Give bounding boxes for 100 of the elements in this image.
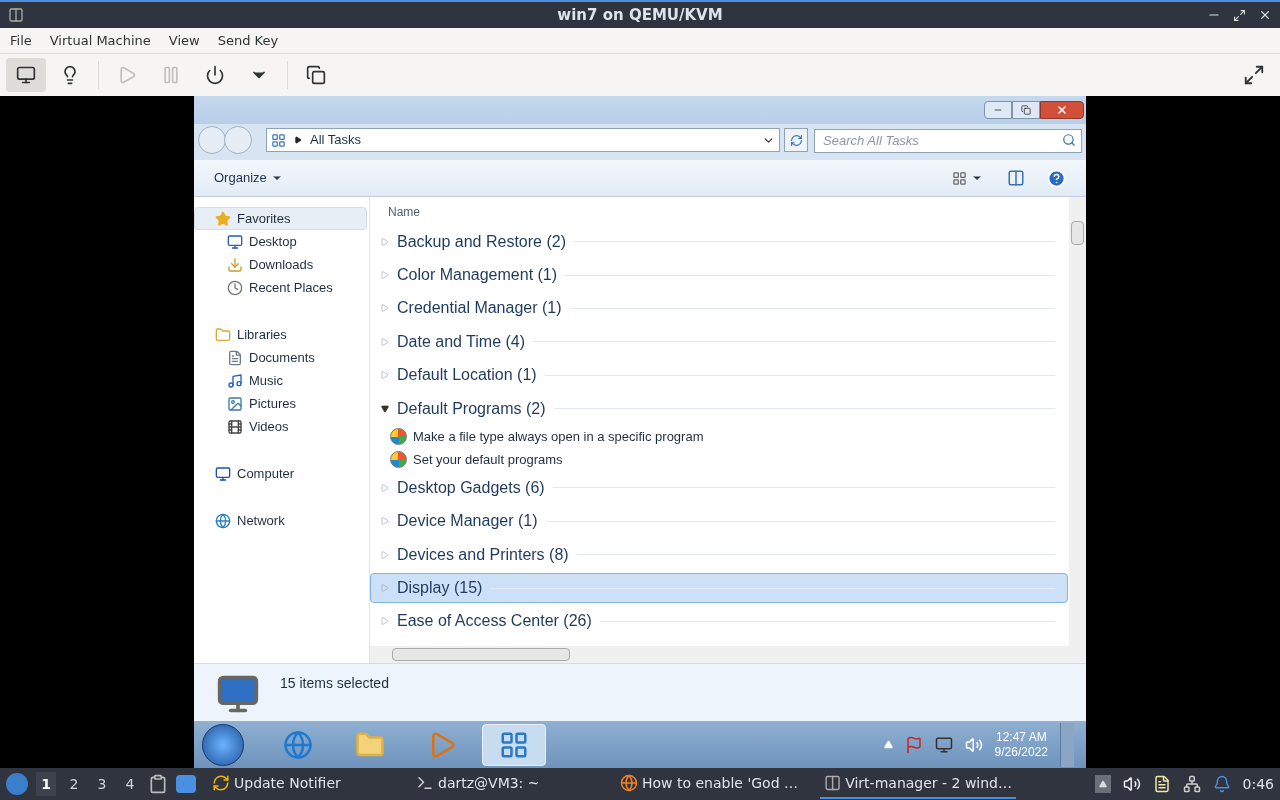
flag-icon — [904, 735, 923, 754]
address-bar[interactable]: All Tasks — [266, 128, 780, 152]
workspace-button[interactable]: 4 — [120, 772, 140, 796]
search-icon — [1062, 133, 1076, 147]
monitor-icon — [16, 65, 36, 85]
clock[interactable]: 0:46 — [1242, 773, 1274, 795]
globe-icon — [215, 512, 231, 529]
nav-item[interactable]: Desktop — [194, 230, 369, 253]
category-row[interactable]: Color Management (1) — [370, 260, 1068, 291]
folder-download-icon — [227, 256, 243, 273]
category-row[interactable]: Device Manager (1) — [370, 506, 1068, 537]
power-icon — [205, 65, 225, 85]
organize-button[interactable]: Organize — [214, 168, 283, 188]
menu-item[interactable]: File — [10, 30, 32, 51]
category-title: Color Management (1) — [397, 265, 558, 286]
workspace-button[interactable]: 3 — [92, 772, 112, 796]
category-row[interactable]: Devices and Printers (8) — [370, 539, 1068, 570]
collapsed-arrow-icon — [381, 617, 389, 626]
close-icon — [1258, 8, 1272, 22]
category-row[interactable]: Default Programs (2) — [370, 393, 1068, 424]
menu-logo-icon[interactable] — [6, 773, 28, 795]
workspace-button[interactable]: 1 — [36, 772, 56, 796]
help-button[interactable] — [1047, 168, 1066, 188]
category-row[interactable]: Ease of Access Center (26) — [370, 606, 1068, 637]
play-icon — [117, 65, 137, 85]
fullscreen-icon — [1243, 64, 1265, 86]
status-text: 15 items selected — [280, 674, 389, 693]
task-button[interactable]: How to enable 'God … — [616, 769, 812, 799]
category-title: Ease of Access Center (26) — [397, 611, 592, 632]
restore-button[interactable] — [1012, 101, 1040, 119]
menu-item[interactable]: View — [168, 30, 200, 51]
nav-item[interactable]: Downloads — [194, 253, 369, 276]
minimize-button[interactable] — [984, 101, 1012, 119]
task-button[interactable]: Update Notifier — [208, 769, 404, 799]
globe-icon — [620, 774, 638, 792]
task-button[interactable]: dartz@VM3: ~ — [412, 769, 608, 799]
category-title: Display (15) — [397, 578, 483, 599]
nav-item[interactable]: Network — [194, 509, 367, 532]
task-link[interactable]: Set your default programs — [370, 448, 1069, 472]
pause-icon — [161, 65, 181, 85]
folder-icon — [215, 326, 231, 343]
search-field[interactable]: Search All Tasks — [814, 128, 1082, 153]
close-button[interactable] — [1040, 101, 1084, 119]
nav-item[interactable]: Favorites — [194, 207, 367, 230]
collapsed-arrow-icon — [381, 483, 389, 492]
nav-item[interactable]: Libraries — [194, 323, 367, 346]
nav-item[interactable]: Music — [194, 369, 369, 392]
workspace-button[interactable]: 2 — [64, 772, 84, 796]
nav-item[interactable]: Documents — [194, 346, 369, 369]
category-row[interactable]: Desktop Gadgets (6) — [370, 472, 1068, 503]
category-row[interactable]: Date and Time (4) — [370, 326, 1068, 357]
help-icon — [1047, 168, 1066, 188]
category-row[interactable]: Backup and Restore (2) — [370, 226, 1068, 257]
vertical-scrollbar[interactable] — [1069, 197, 1086, 646]
category-title: Default Programs (2) — [397, 398, 546, 419]
taskbar-button[interactable] — [482, 723, 546, 766]
music-note-icon — [227, 372, 243, 389]
task-button[interactable]: Virt-manager - 2 wind… — [820, 769, 1016, 799]
refresh-icon — [212, 774, 230, 792]
start-button[interactable] — [202, 723, 244, 766]
refresh-button[interactable] — [784, 128, 808, 152]
category-title: Devices and Printers (8) — [397, 544, 569, 565]
close-button[interactable] — [1258, 8, 1272, 22]
breadcrumb-arrow-icon — [294, 136, 302, 144]
category-title: Device Manager (1) — [397, 511, 538, 532]
picture-icon — [227, 395, 243, 412]
task-link[interactable]: Make a file type always open in a specific program — [370, 425, 1069, 449]
preview-pane-button[interactable] — [1007, 169, 1025, 187]
nav-item[interactable]: Computer — [194, 462, 367, 485]
star-icon — [215, 210, 231, 227]
horizontal-scrollbar[interactable] — [370, 646, 1086, 663]
maximize-button[interactable] — [1233, 8, 1246, 22]
column-header[interactable]: Name — [370, 197, 1069, 225]
film-icon — [227, 418, 243, 435]
menu-item[interactable]: Virtual Machine — [49, 30, 151, 51]
collapsed-arrow-icon — [381, 337, 389, 346]
window-icon[interactable] — [176, 775, 196, 793]
eject-icon[interactable] — [1094, 775, 1111, 793]
nav-item[interactable]: Pictures — [194, 392, 369, 415]
category-row[interactable]: Default Location (1) — [370, 360, 1068, 391]
notes-icon — [1152, 775, 1171, 793]
close-icon — [1056, 104, 1068, 116]
category-title: Date and Time (4) — [397, 331, 526, 352]
collapsed-arrow-icon — [381, 237, 389, 246]
clock-icon — [227, 279, 243, 296]
nav-item[interactable]: Videos — [194, 415, 369, 438]
refresh-icon — [789, 133, 803, 147]
category-row[interactable]: Display (15) — [370, 573, 1068, 604]
show-hidden-icons-icon — [883, 740, 893, 749]
file-manager-icon — [148, 774, 168, 794]
menu-item[interactable]: Send Key — [217, 30, 279, 51]
category-row[interactable]: Credential Manager (1) — [370, 293, 1068, 324]
view-options-button[interactable] — [952, 170, 983, 186]
screens-icon — [306, 65, 326, 85]
collapsed-arrow-icon — [381, 550, 389, 559]
expanded-arrow-icon — [381, 404, 389, 413]
category-title: Default Location (1) — [397, 365, 537, 386]
collapsed-arrow-icon — [381, 517, 389, 526]
console-button[interactable] — [6, 58, 46, 92]
nav-item[interactable]: Recent Places — [194, 276, 369, 299]
